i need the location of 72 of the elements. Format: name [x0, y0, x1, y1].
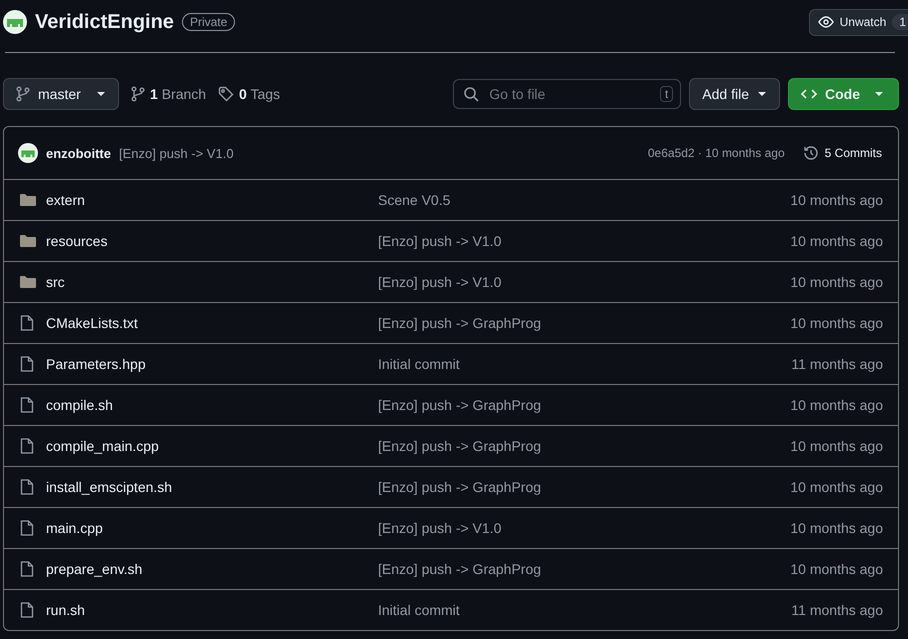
commit-message[interactable]: [Enzo] push -> GraphProg — [378, 315, 790, 331]
folder-icon — [20, 193, 36, 207]
file-name[interactable]: CMakeLists.txt — [46, 315, 378, 331]
file-icon — [20, 520, 34, 536]
commit-message[interactable]: Initial commit — [378, 356, 792, 372]
commit-author[interactable]: enzoboitte — [46, 146, 111, 160]
commit-time: 10 months ago — [790, 479, 883, 495]
file-name[interactable]: src — [46, 274, 378, 290]
file-icon — [20, 397, 34, 413]
caret-icon — [757, 91, 767, 97]
shortcut-key: t — [660, 86, 674, 102]
commit-time: 10 months ago — [790, 438, 883, 454]
commit-message[interactable]: [Enzo] push -> V1.0 — [378, 233, 790, 249]
file-name[interactable]: install_emscipten.sh — [46, 479, 378, 495]
commit-time: 10 months ago — [790, 520, 883, 536]
file-icon — [20, 315, 34, 331]
file-name[interactable]: prepare_env.sh — [46, 561, 378, 577]
commit-time: 10 months ago — [790, 192, 883, 208]
add-file-button[interactable]: Add file — [689, 78, 780, 110]
eye-icon — [818, 14, 834, 30]
code-icon — [801, 88, 817, 100]
file-name[interactable]: compile_main.cpp — [46, 438, 378, 454]
search-icon — [463, 86, 480, 102]
watch-count: 1 — [892, 14, 908, 30]
avatar-icon — [3, 10, 27, 34]
file-icon — [20, 438, 34, 454]
branch-icon — [131, 86, 145, 102]
history-icon — [802, 145, 819, 161]
commit-message[interactable]: [Enzo] push -> GraphProg — [378, 479, 790, 495]
visibility-badge: Private — [182, 13, 236, 31]
file-name[interactable]: compile.sh — [46, 397, 378, 413]
commit-hash-time[interactable]: 0e6a5d2 · 10 months ago — [648, 146, 785, 160]
file-icon — [20, 479, 34, 495]
tag-icon — [218, 86, 234, 102]
tags-link[interactable]: 0 Tags — [218, 86, 280, 102]
commit-time: 10 months ago — [790, 561, 883, 577]
repo-title[interactable]: VeridictEngine — [35, 10, 174, 34]
commit-time: 11 months ago — [791, 602, 883, 618]
file-name[interactable]: main.cpp — [46, 520, 378, 536]
commit-time: 10 months ago — [790, 233, 883, 249]
unwatch-button[interactable]: Unwatch 1 — [808, 8, 908, 36]
branch-icon — [16, 86, 30, 102]
commit-message[interactable]: [Enzo] push -> V1.0 — [378, 274, 790, 290]
file-icon — [20, 602, 34, 618]
caret-icon — [874, 91, 884, 97]
file-icon — [20, 561, 34, 577]
commit-message[interactable]: [Enzo] push -> GraphProg — [378, 438, 790, 454]
go-to-file-field[interactable]: Go to file t — [453, 79, 682, 109]
branch-select-button[interactable]: master — [3, 78, 119, 110]
caret-icon — [96, 91, 106, 97]
code-button[interactable]: Code — [788, 78, 899, 110]
commit-message[interactable]: [Enzo] push -> GraphProg — [378, 561, 790, 577]
branches-link[interactable]: 1 Branch — [131, 86, 206, 102]
commit-message[interactable]: [Enzo] push -> GraphProg — [378, 397, 790, 413]
go-to-file-input[interactable]: Go to file — [487, 85, 652, 103]
folder-icon — [20, 275, 36, 289]
commit-time: 10 months ago — [790, 274, 883, 290]
commit-message[interactable]: [Enzo] push -> V1.0 — [378, 520, 790, 536]
file-name[interactable]: Parameters.hpp — [46, 356, 378, 372]
commit-message[interactable]: [Enzo] push -> V1.0 — [119, 146, 234, 160]
commits-link[interactable]: 5 Commits — [802, 145, 882, 161]
commit-message[interactable]: Scene V0.5 — [378, 192, 790, 208]
file-icon — [20, 356, 34, 372]
file-name[interactable]: run.sh — [46, 602, 378, 618]
file-name[interactable]: resources — [46, 233, 378, 249]
commit-time: 11 months ago — [791, 356, 883, 372]
commit-message[interactable]: Initial commit — [378, 602, 792, 618]
commit-time: 10 months ago — [790, 315, 883, 331]
folder-icon — [20, 234, 36, 248]
commit-time: 10 months ago — [790, 397, 883, 413]
file-name[interactable]: extern — [46, 192, 378, 208]
avatar-icon — [18, 143, 38, 163]
